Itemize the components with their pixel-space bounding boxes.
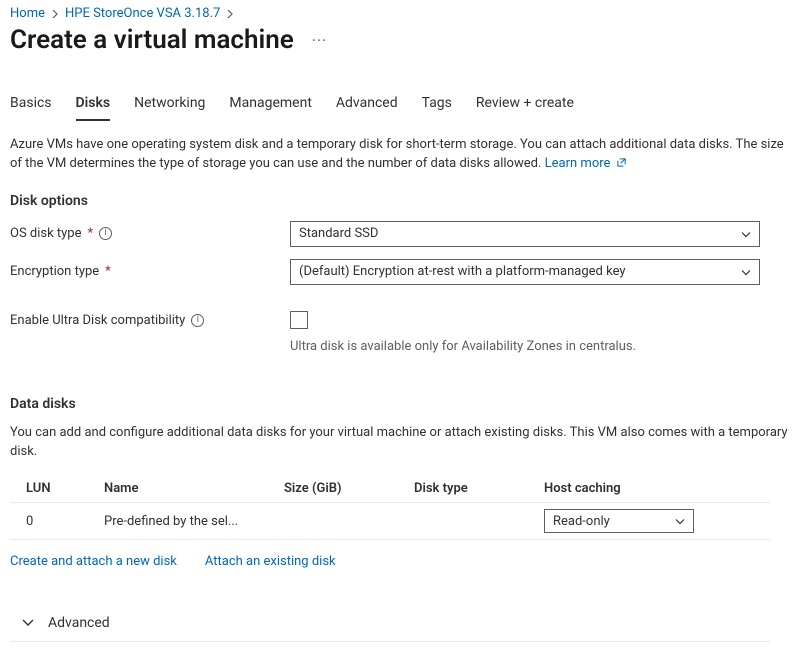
ultra-disk-label-text: Enable Ultra Disk compatibility <box>10 313 185 328</box>
col-lun: LUN <box>14 481 104 496</box>
advanced-toggle[interactable]: Advanced <box>10 615 770 631</box>
os-disk-type-label: OS disk type * i <box>10 226 290 241</box>
breadcrumb: Home HPE StoreOnce VSA 3.18.7 <box>10 6 798 21</box>
attach-existing-disk-link[interactable]: Attach an existing disk <box>205 554 336 569</box>
chevron-down-icon <box>22 619 34 627</box>
tabs: Basics Disks Networking Management Advan… <box>10 91 798 122</box>
intro-text: Azure VMs have one operating system disk… <box>10 136 790 175</box>
encryption-type-label: Encryption type * <box>10 264 290 279</box>
cell-name: Pre-defined by the sel... <box>104 514 264 529</box>
advanced-label: Advanced <box>48 615 110 631</box>
tab-review[interactable]: Review + create <box>476 91 574 121</box>
col-host-caching: Host caching <box>544 481 704 496</box>
learn-more-label: Learn more <box>545 156 611 171</box>
more-actions-button[interactable]: ··· <box>312 31 328 50</box>
tab-basics[interactable]: Basics <box>10 91 52 121</box>
chevron-down-icon <box>741 264 751 279</box>
ultra-disk-checkbox[interactable] <box>290 311 308 329</box>
required-icon: * <box>105 264 111 279</box>
col-disk-type: Disk type <box>414 481 544 496</box>
cell-lun: 0 <box>14 514 104 529</box>
breadcrumb-home[interactable]: Home <box>10 6 45 21</box>
chevron-down-icon <box>741 226 751 241</box>
tab-networking[interactable]: Networking <box>134 91 205 121</box>
os-disk-type-select[interactable]: Standard SSD <box>290 221 760 247</box>
host-caching-value: Read-only <box>553 514 610 529</box>
data-disks-title: Data disks <box>10 396 798 412</box>
os-disk-type-label-text: OS disk type <box>10 226 82 241</box>
learn-more-link[interactable]: Learn more <box>545 156 627 171</box>
table-header: LUN Name Size (GiB) Disk type Host cachi… <box>10 475 770 503</box>
encryption-type-select[interactable]: (Default) Encryption at-rest with a plat… <box>290 259 760 285</box>
ultra-disk-label: Enable Ultra Disk compatibility i <box>10 311 290 328</box>
encryption-type-label-text: Encryption type <box>10 264 99 279</box>
create-attach-disk-link[interactable]: Create and attach a new disk <box>10 554 177 569</box>
col-name: Name <box>104 481 284 496</box>
chevron-right-icon <box>226 10 234 18</box>
encryption-type-value: (Default) Encryption at-rest with a plat… <box>299 264 626 279</box>
intro-text-body: Azure VMs have one operating system disk… <box>10 137 784 171</box>
col-size: Size (GiB) <box>284 481 414 496</box>
tab-management[interactable]: Management <box>229 91 311 121</box>
table-row: 0 Pre-defined by the sel... Read-only <box>10 503 770 540</box>
external-link-icon <box>616 156 627 175</box>
info-icon[interactable]: i <box>99 227 112 240</box>
page-title: Create a virtual machine <box>10 25 294 55</box>
disk-options-title: Disk options <box>10 193 798 209</box>
info-icon[interactable]: i <box>191 314 204 327</box>
data-disks-table: LUN Name Size (GiB) Disk type Host cachi… <box>10 475 770 540</box>
chevron-down-icon <box>675 514 685 529</box>
data-disks-descr: You can add and configure additional dat… <box>10 424 790 462</box>
tab-advanced[interactable]: Advanced <box>336 91 398 121</box>
tab-disks[interactable]: Disks <box>76 91 111 121</box>
os-disk-type-value: Standard SSD <box>299 226 378 241</box>
tab-tags[interactable]: Tags <box>422 91 452 121</box>
ultra-disk-hint: Ultra disk is available only for Availab… <box>290 339 760 354</box>
cell-host-caching: Read-only <box>544 509 704 533</box>
breadcrumb-product[interactable]: HPE StoreOnce VSA 3.18.7 <box>65 6 220 21</box>
host-caching-select[interactable]: Read-only <box>544 509 694 533</box>
chevron-right-icon <box>51 10 59 18</box>
required-icon: * <box>88 226 94 241</box>
